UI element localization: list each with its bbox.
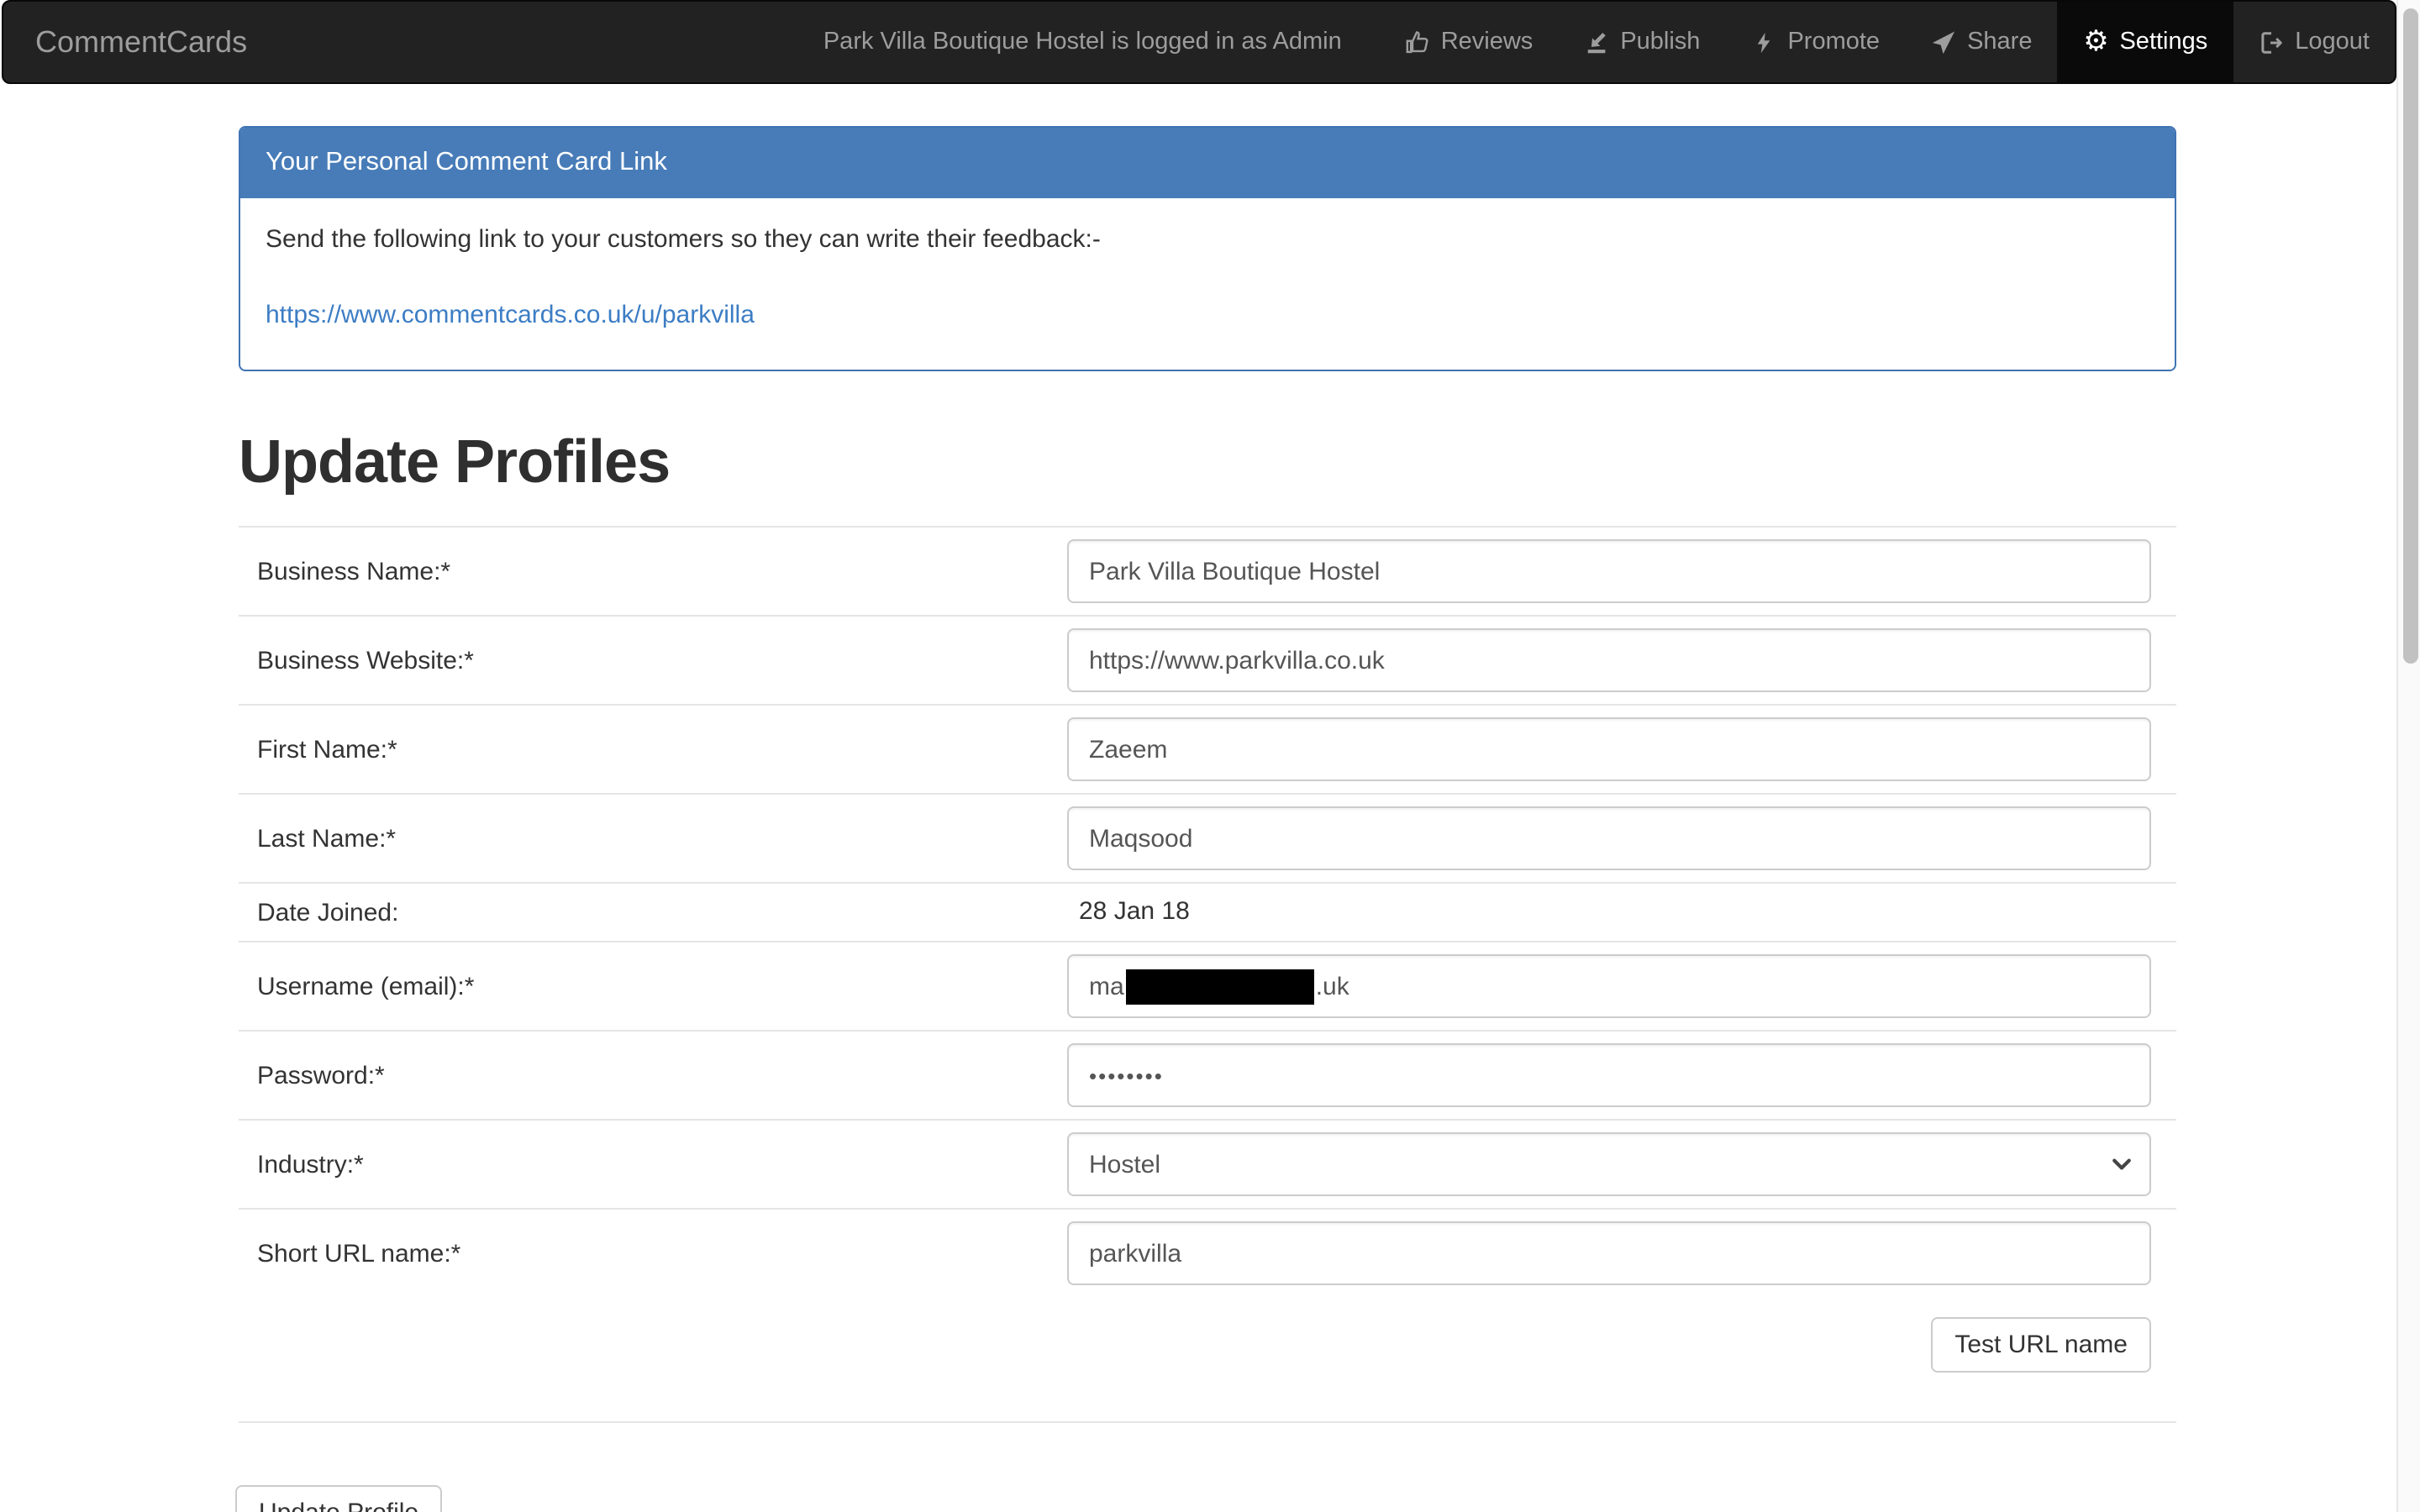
commentcards-app: CommentCards Park Villa Boutique Hostel … <box>0 0 2420 1512</box>
industry-select[interactable]: Hostel <box>1067 1132 2151 1196</box>
nav-item-share[interactable]: Share <box>1905 2 2057 82</box>
comment-card-link[interactable]: https://www.commentcards.co.uk/u/parkvil… <box>266 301 755 329</box>
nav-label: Logout <box>2295 29 2370 55</box>
first-name-input[interactable] <box>1067 717 2151 781</box>
publish-icon <box>1583 29 1610 55</box>
scrollbar-thumb[interactable] <box>2402 8 2417 664</box>
panel-description: Send the following link to your customer… <box>266 225 2149 254</box>
nav-item-reviews[interactable]: Reviews <box>1379 2 1559 82</box>
nav-item-settings[interactable]: ⚙ Settings <box>2057 2 2233 82</box>
form-row-username: Username (email):* ma .uk <box>239 942 2176 1032</box>
gear-icon: ⚙ <box>2082 29 2109 55</box>
username-label: Username (email):* <box>239 972 1067 1000</box>
username-suffix: .uk <box>1316 972 1349 1000</box>
password-label: Password:* <box>239 1061 1067 1089</box>
business-name-label: Business Name:* <box>239 557 1067 585</box>
nav-item-logout[interactable]: Logout <box>2233 2 2395 82</box>
form-row-business-website: Business Website:* <box>239 617 2176 706</box>
nav-item-publish[interactable]: Publish <box>1558 2 1725 82</box>
panel-title: Your Personal Comment Card Link <box>240 128 2175 198</box>
nav-label: Settings <box>2119 29 2207 55</box>
logout-icon <box>2258 29 2285 55</box>
page-scrollbar[interactable] <box>2396 0 2420 1512</box>
nav-label: Promote <box>1787 29 1880 55</box>
business-website-label: Business Website:* <box>239 646 1067 675</box>
business-name-input[interactable] <box>1067 539 2151 603</box>
business-website-input[interactable] <box>1067 628 2151 692</box>
nav-label: Reviews <box>1441 29 1534 55</box>
username-prefix: ma <box>1089 972 1124 1000</box>
send-icon <box>1930 29 1957 55</box>
short-url-input[interactable] <box>1067 1221 2151 1285</box>
update-profile-button[interactable]: Update Profile <box>235 1485 442 1512</box>
test-url-row: Test URL name <box>239 1297 2176 1423</box>
last-name-input[interactable] <box>1067 806 2151 870</box>
main-content: Your Personal Comment Card Link Send the… <box>239 84 2176 1512</box>
personal-link-panel: Your Personal Comment Card Link Send the… <box>239 126 2176 371</box>
date-joined-label: Date Joined: <box>239 898 1067 927</box>
nav-label: Share <box>1967 29 2032 55</box>
form-row-short-url: Short URL name:* <box>239 1210 2176 1297</box>
form-row-date-joined: Date Joined: 28 Jan 18 <box>239 884 2176 942</box>
redaction-box <box>1126 969 1314 1004</box>
update-profile-form: Business Name:* Business Website:* First… <box>239 528 2176 1512</box>
top-navbar: CommentCards Park Villa Boutique Hostel … <box>2 0 2396 84</box>
password-input[interactable] <box>1067 1043 2151 1107</box>
industry-label: Industry:* <box>239 1150 1067 1179</box>
nav-label: Publish <box>1620 29 1700 55</box>
brand-logo[interactable]: CommentCards <box>3 2 272 82</box>
short-url-label: Short URL name:* <box>239 1239 1067 1268</box>
form-row-business-name: Business Name:* <box>239 528 2176 617</box>
nav-item-promote[interactable]: Promote <box>1725 2 1905 82</box>
form-row-password: Password:* <box>239 1032 2176 1121</box>
test-url-button[interactable]: Test URL name <box>1931 1317 2151 1373</box>
navbar-spacer <box>272 2 823 82</box>
username-input[interactable]: ma .uk <box>1067 954 2151 1018</box>
form-row-first-name: First Name:* <box>239 706 2176 795</box>
lightning-icon <box>1750 29 1777 55</box>
page-title: Update Profiles <box>239 427 2176 528</box>
form-row-industry: Industry:* Hostel <box>239 1121 2176 1210</box>
date-joined-value: 28 Jan 18 <box>1067 897 1190 926</box>
last-name-label: Last Name:* <box>239 824 1067 853</box>
panel-body: Send the following link to your customer… <box>240 198 2175 370</box>
form-row-last-name: Last Name:* <box>239 795 2176 884</box>
first-name-label: First Name:* <box>239 735 1067 764</box>
logged-in-status: Park Villa Boutique Hostel is logged in … <box>823 2 1342 82</box>
thumbs-up-icon <box>1404 29 1431 55</box>
